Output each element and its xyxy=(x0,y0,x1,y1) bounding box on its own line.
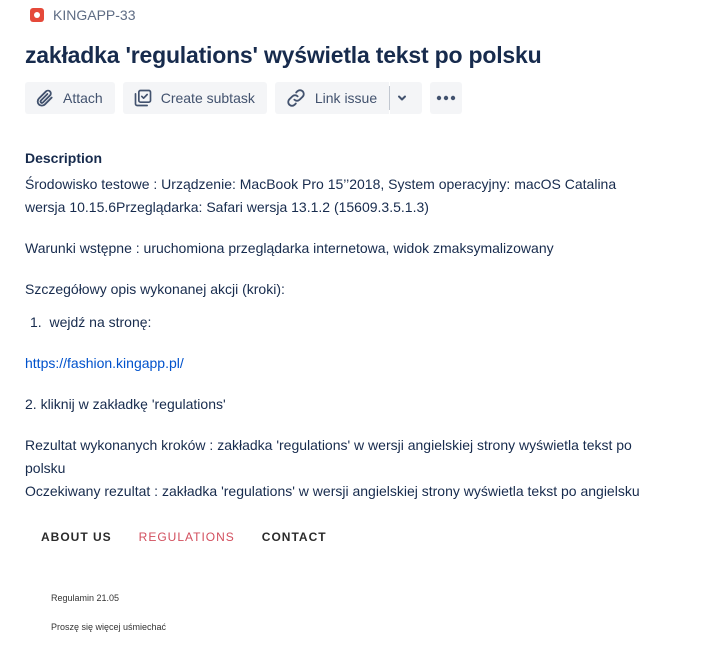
description-body[interactable]: Środowisko testowe : Urządzenie: MacBook… xyxy=(25,173,685,503)
screenshot-nav-contact: CONTACT xyxy=(261,530,327,544)
step-1: 1. wejdź na stronę: xyxy=(25,311,685,334)
link-issue-label: Link issue xyxy=(314,90,378,106)
create-subtask-label: Create subtask xyxy=(160,90,255,106)
attach-label: Attach xyxy=(63,90,103,106)
attached-screenshot-nav: ABOUT US REGULATIONS CONTACT xyxy=(41,530,327,544)
link-issue-dropdown-button[interactable] xyxy=(389,82,423,114)
subtask-icon xyxy=(134,89,152,107)
site-link[interactable]: https://fashion.kingapp.pl/ xyxy=(25,355,184,371)
link-icon xyxy=(287,89,305,107)
result-line-2: polsku xyxy=(25,460,66,476)
description-section: Description Środowisko testowe : Urządze… xyxy=(25,147,685,503)
environment-line-2: wersja 10.15.6Przeglądarka: Safari wersj… xyxy=(25,199,429,215)
step-1-number: 1. xyxy=(30,314,42,330)
more-icon xyxy=(436,95,456,101)
description-heading: Description xyxy=(25,150,103,166)
screenshot-text-line-2: Proszę się więcej uśmiechać xyxy=(51,622,167,632)
paperclip-icon xyxy=(36,89,53,107)
environment-line-1: Środowisko testowe : Urządzenie: MacBook… xyxy=(25,176,617,192)
issue-key-breadcrumb[interactable]: KINGAPP-33 xyxy=(30,7,135,23)
step-1-text: wejdź na stronę: xyxy=(49,314,152,330)
link-issue-group: Link issue xyxy=(274,82,423,114)
link-issue-button[interactable]: Link issue xyxy=(274,82,390,114)
issue-toolbar: Attach Create subtask Link issue xyxy=(25,82,463,114)
expected-result: Oczekiwany rezultat : zakładka 'regulati… xyxy=(25,483,640,499)
chevron-down-icon xyxy=(398,95,407,101)
more-actions-button[interactable] xyxy=(430,82,463,114)
attach-button[interactable]: Attach xyxy=(25,82,115,114)
issue-key[interactable]: KINGAPP-33 xyxy=(53,7,135,23)
bug-icon xyxy=(30,8,44,22)
create-subtask-button[interactable]: Create subtask xyxy=(122,82,267,114)
steps-heading: Szczegółowy opis wykonanej akcji (kroki)… xyxy=(25,281,285,297)
issue-title[interactable]: zakładka 'regulations' wyświetla tekst p… xyxy=(25,42,542,69)
screenshot-text-line-1: Regulamin 21.05 xyxy=(51,593,120,603)
preconditions-text: Warunki wstępne : uruchomiona przeglądar… xyxy=(25,240,554,256)
screenshot-nav-regulations: REGULATIONS xyxy=(138,530,235,544)
step-2: 2. kliknij w zakładkę 'regulations' xyxy=(25,396,226,412)
screenshot-nav-about-us: ABOUT US xyxy=(41,530,112,544)
result-line-1: Rezultat wykonanych kroków : zakładka 'r… xyxy=(25,437,632,453)
